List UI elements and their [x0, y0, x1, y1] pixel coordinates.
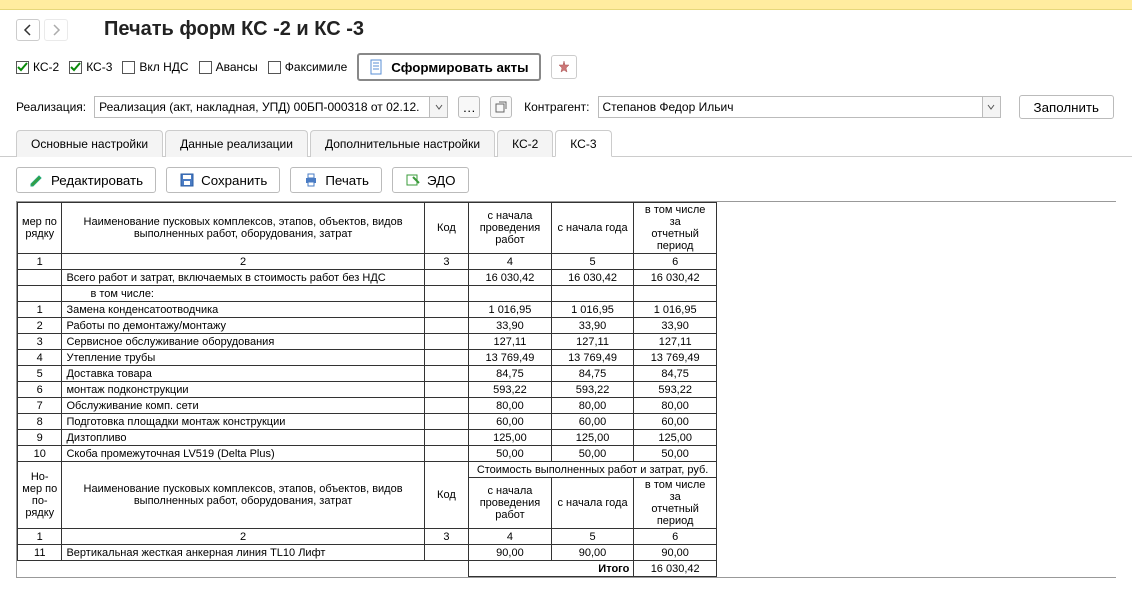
- button-label: Редактировать: [51, 173, 143, 188]
- checkbox-ks3[interactable]: КС-3: [69, 60, 112, 74]
- realization-open-button[interactable]: [490, 96, 512, 118]
- button-label: Печать: [325, 173, 369, 188]
- form-acts-button[interactable]: Сформировать акты: [357, 53, 540, 81]
- table-row: 1Замена конденсатоотводчика1 016,951 016…: [18, 302, 717, 318]
- section2-num-row: 123456: [18, 529, 717, 545]
- checkbox-label: Авансы: [216, 60, 258, 74]
- agent-dropdown[interactable]: [983, 96, 1001, 118]
- table-row: 11Вертикальная жесткая анкерная линия TL…: [18, 545, 717, 561]
- table-row: 6монтаж подконструкции593,22593,22593,22: [18, 382, 717, 398]
- tab-ks3[interactable]: КС-3: [555, 130, 611, 157]
- realization-label: Реализация:: [16, 100, 86, 114]
- agent-label: Контрагент:: [524, 100, 589, 114]
- button-label: ЭДО: [427, 173, 456, 188]
- ks3-spreadsheet[interactable]: мер по по-рядку Наименование пусковых ко…: [16, 201, 1116, 578]
- table-row: 2Работы по демонтажу/монтажу33,9033,9033…: [18, 318, 717, 334]
- fill-button[interactable]: Заполнить: [1019, 95, 1114, 119]
- tab-bar: Основные настройки Данные реализации Доп…: [0, 129, 1132, 157]
- printer-icon: [303, 172, 319, 188]
- checkbox-ks2[interactable]: КС-2: [16, 60, 59, 74]
- agent-input[interactable]: [598, 96, 983, 118]
- document-icon: [369, 59, 385, 75]
- section2-header-top: Но-мер попо-рядку Наименование пусковых …: [18, 462, 717, 478]
- chevron-down-icon: [435, 103, 443, 111]
- open-icon: [495, 101, 507, 113]
- table-row: 4Утепление трубы13 769,4913 769,4913 769…: [18, 350, 717, 366]
- edo-icon: [405, 172, 421, 188]
- arrow-right-icon: [50, 24, 62, 36]
- realization-dropdown[interactable]: [430, 96, 448, 118]
- tab-realization-data[interactable]: Данные реализации: [165, 130, 308, 157]
- table-row: 5Доставка товара84,7584,7584,75: [18, 366, 717, 382]
- checkbox-label: Вкл НДС: [139, 60, 188, 74]
- table-row: 7Обслуживание комп. сети80,0080,0080,00: [18, 398, 717, 414]
- chevron-down-icon: [987, 103, 995, 111]
- totals-row: Всего работ и затрат, включаемых в стоим…: [18, 270, 717, 286]
- nav-forward-button[interactable]: [44, 19, 68, 41]
- checkbox-vkl-nds[interactable]: Вкл НДС: [122, 60, 188, 74]
- arrow-left-icon: [22, 24, 34, 36]
- edit-button[interactable]: Редактировать: [16, 167, 156, 193]
- star-icon: [557, 60, 571, 74]
- table-row: 3Сервисное обслуживание оборудования127,…: [18, 334, 717, 350]
- realization-input[interactable]: [94, 96, 430, 118]
- nav-back-button[interactable]: [16, 19, 40, 41]
- check-icon: [70, 62, 81, 73]
- save-button[interactable]: Сохранить: [166, 167, 280, 193]
- itogo-row: Итого 16 030,42: [18, 561, 717, 577]
- top-accent-bar: [0, 0, 1132, 10]
- button-label: Сохранить: [201, 173, 267, 188]
- checkbox-label: КС-3: [86, 60, 112, 74]
- table-row: 8Подготовка площадки монтаж конструкции6…: [18, 414, 717, 430]
- print-button[interactable]: Печать: [290, 167, 382, 193]
- header-num-row: 123456: [18, 254, 717, 270]
- tab-ks2[interactable]: КС-2: [497, 130, 553, 157]
- button-label: Сформировать акты: [391, 60, 528, 75]
- checkbox-label: Факсимиле: [285, 60, 348, 74]
- extra-icon-button[interactable]: [551, 55, 577, 79]
- table-row: 9Дизтопливо125,00125,00125,00: [18, 430, 717, 446]
- tab-extra-settings[interactable]: Дополнительные настройки: [310, 130, 495, 157]
- realization-more-button[interactable]: …: [458, 96, 480, 118]
- table-row: 10Скоба промежуточная LV519 (Delta Plus)…: [18, 446, 717, 462]
- check-icon: [17, 62, 28, 73]
- ellipsis-icon: …: [462, 100, 475, 115]
- edo-button[interactable]: ЭДО: [392, 167, 469, 193]
- header-row: мер по по-рядку Наименование пусковых ко…: [18, 203, 717, 254]
- checkbox-faksimile[interactable]: Факсимиле: [268, 60, 348, 74]
- checkbox-avansy[interactable]: Авансы: [199, 60, 258, 74]
- subtotal-label-row: в том числе:: [18, 286, 717, 302]
- checkbox-label: КС-2: [33, 60, 59, 74]
- floppy-icon: [179, 172, 195, 188]
- tab-main-settings[interactable]: Основные настройки: [16, 130, 163, 157]
- page-title: Печать форм КС -2 и КС -3: [104, 18, 364, 41]
- pencil-icon: [29, 172, 45, 188]
